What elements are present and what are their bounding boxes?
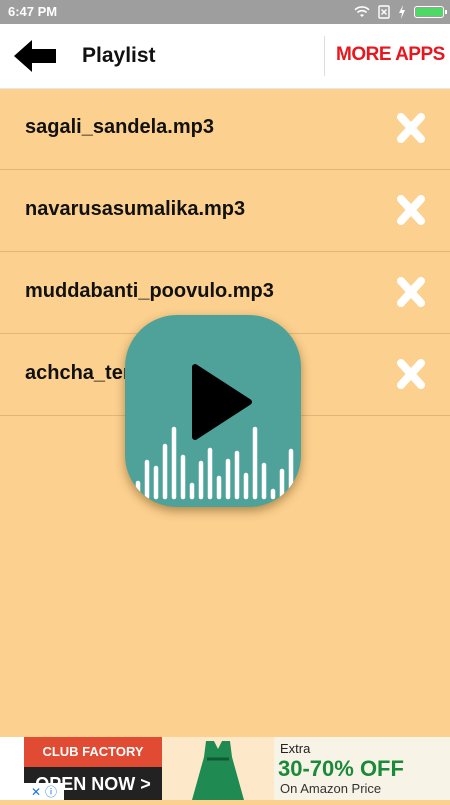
- close-icon: [397, 195, 425, 225]
- close-icon: [397, 113, 425, 143]
- track-name: navarusasumalika.mp3: [25, 198, 246, 220]
- header-divider: [324, 36, 325, 76]
- track-name: muddabanti_poovulo.mp3: [25, 280, 274, 302]
- page-title: Playlist: [82, 44, 156, 67]
- battery-level: [416, 8, 443, 16]
- ad-info-icon[interactable]: ⓘ: [45, 783, 57, 800]
- close-icon: [397, 277, 425, 307]
- delete-button[interactable]: [396, 112, 426, 144]
- ad-product-image: [162, 737, 274, 800]
- delete-button[interactable]: [396, 194, 426, 226]
- status-bar: 6:47 PM: [0, 0, 450, 24]
- playlist-item[interactable]: sagali_sandela.mp3: [0, 88, 450, 170]
- status-time: 6:47 PM: [8, 4, 58, 19]
- dress-icon: [192, 741, 244, 800]
- wifi-icon: [354, 6, 370, 17]
- app-header: Playlist MORE APPS: [0, 24, 450, 89]
- more-apps-button[interactable]: MORE APPS: [336, 44, 445, 66]
- close-icon: [397, 359, 425, 389]
- ad-close-icon[interactable]: ✕: [31, 785, 41, 799]
- play-icon: [192, 364, 252, 440]
- ad-offer-panel: Extra 30-70% OFF On Amazon Price: [274, 737, 450, 800]
- back-arrow-icon: [14, 40, 56, 72]
- ad-line-3: On Amazon Price: [280, 781, 382, 796]
- delete-button[interactable]: [396, 358, 426, 390]
- ad-banner[interactable]: CLUB FACTORY OPEN NOW > Extra 30-70% OFF…: [0, 737, 450, 800]
- waveform-icon: [135, 364, 294, 500]
- track-name: sagali_sandela.mp3: [25, 116, 214, 138]
- delete-button[interactable]: [396, 276, 426, 308]
- battery-icon: [414, 6, 447, 18]
- ad-choices-badge[interactable]: ✕ ⓘ: [24, 783, 64, 800]
- no-sim-icon: [378, 5, 390, 19]
- charging-icon: [399, 5, 405, 19]
- ad-line-1: Extra: [280, 741, 311, 756]
- ad-offer: 30-70% OFF: [278, 756, 404, 781]
- ad-brand: CLUB FACTORY: [24, 737, 162, 767]
- status-icons: [354, 4, 447, 20]
- playlist-item[interactable]: navarusasumalika.mp3: [0, 170, 450, 252]
- back-button[interactable]: [12, 38, 58, 74]
- play-widget[interactable]: [125, 315, 301, 507]
